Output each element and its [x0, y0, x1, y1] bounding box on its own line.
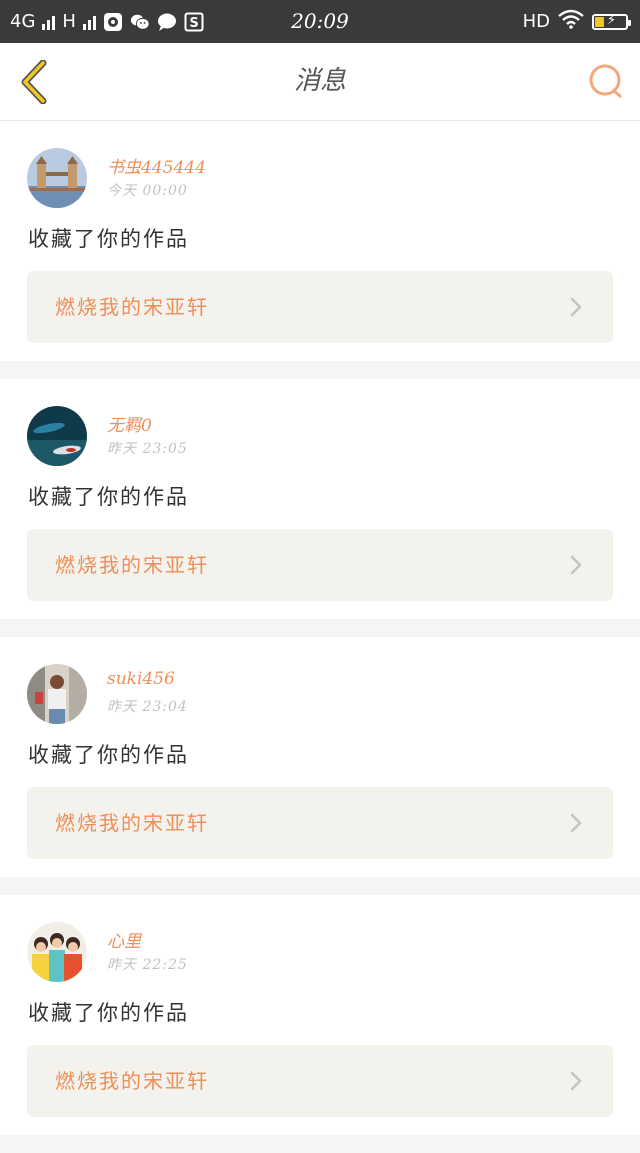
avatar[interactable]	[27, 922, 87, 982]
action-text: 收藏了你的作品	[28, 743, 189, 767]
status-bar: 4G H S 20:09 HD ⚡	[0, 0, 640, 43]
message-card: suki456 昨天 23:04 收藏了你的作品 燃烧我的宋亚轩	[0, 637, 640, 877]
status-right: HD ⚡	[522, 0, 631, 43]
username[interactable]: 书虫445444	[107, 153, 206, 178]
action-text: 收藏了你的作品	[28, 227, 189, 251]
work-title: 燃烧我的宋亚轩	[55, 553, 209, 577]
username[interactable]: 心里	[107, 927, 141, 952]
battery-icon: ⚡	[592, 12, 631, 30]
charging-icon: ⚡	[607, 12, 617, 28]
message-list: 书虫445444 今天 00:00 收藏了你的作品 燃烧我的宋亚轩 无羁0 昨天…	[0, 121, 640, 1153]
chevron-right-icon	[570, 297, 582, 317]
work-link[interactable]: 燃烧我的宋亚轩	[27, 787, 613, 859]
work-title: 燃烧我的宋亚轩	[55, 811, 209, 835]
search-icon	[589, 64, 622, 98]
nav-bar: 消息	[0, 43, 640, 121]
work-link[interactable]: 燃烧我的宋亚轩	[27, 529, 613, 601]
username[interactable]: suki456	[107, 669, 175, 689]
chevron-right-icon	[570, 1071, 582, 1091]
search-button[interactable]	[586, 61, 626, 101]
avatar[interactable]	[27, 406, 87, 466]
message-card: 书虫445444 今天 00:00 收藏了你的作品 燃烧我的宋亚轩	[0, 121, 640, 361]
message-card: 心里 昨天 22:25 收藏了你的作品 燃烧我的宋亚轩	[0, 895, 640, 1135]
battery-fill	[595, 16, 604, 27]
chevron-right-icon	[570, 555, 582, 575]
timestamp: 今天 00:00	[107, 183, 188, 199]
action-text: 收藏了你的作品	[28, 485, 189, 509]
hd-label: HD	[522, 11, 550, 32]
timestamp: 昨天 23:04	[107, 699, 188, 715]
username[interactable]: 无羁0	[107, 411, 152, 436]
chevron-right-icon	[570, 813, 582, 833]
avatar[interactable]	[27, 148, 87, 208]
avatar[interactable]	[27, 664, 87, 724]
work-link[interactable]: 燃烧我的宋亚轩	[27, 271, 613, 343]
wifi-icon	[558, 9, 584, 34]
message-card: 无羁0 昨天 23:05 收藏了你的作品 燃烧我的宋亚轩	[0, 379, 640, 619]
page-title: 消息	[293, 66, 346, 96]
action-text: 收藏了你的作品	[28, 1001, 189, 1025]
work-link[interactable]: 燃烧我的宋亚轩	[27, 1045, 613, 1117]
timestamp: 昨天 22:25	[107, 957, 188, 973]
timestamp: 昨天 23:05	[107, 441, 188, 457]
work-title: 燃烧我的宋亚轩	[55, 1069, 209, 1093]
work-title: 燃烧我的宋亚轩	[55, 295, 209, 319]
